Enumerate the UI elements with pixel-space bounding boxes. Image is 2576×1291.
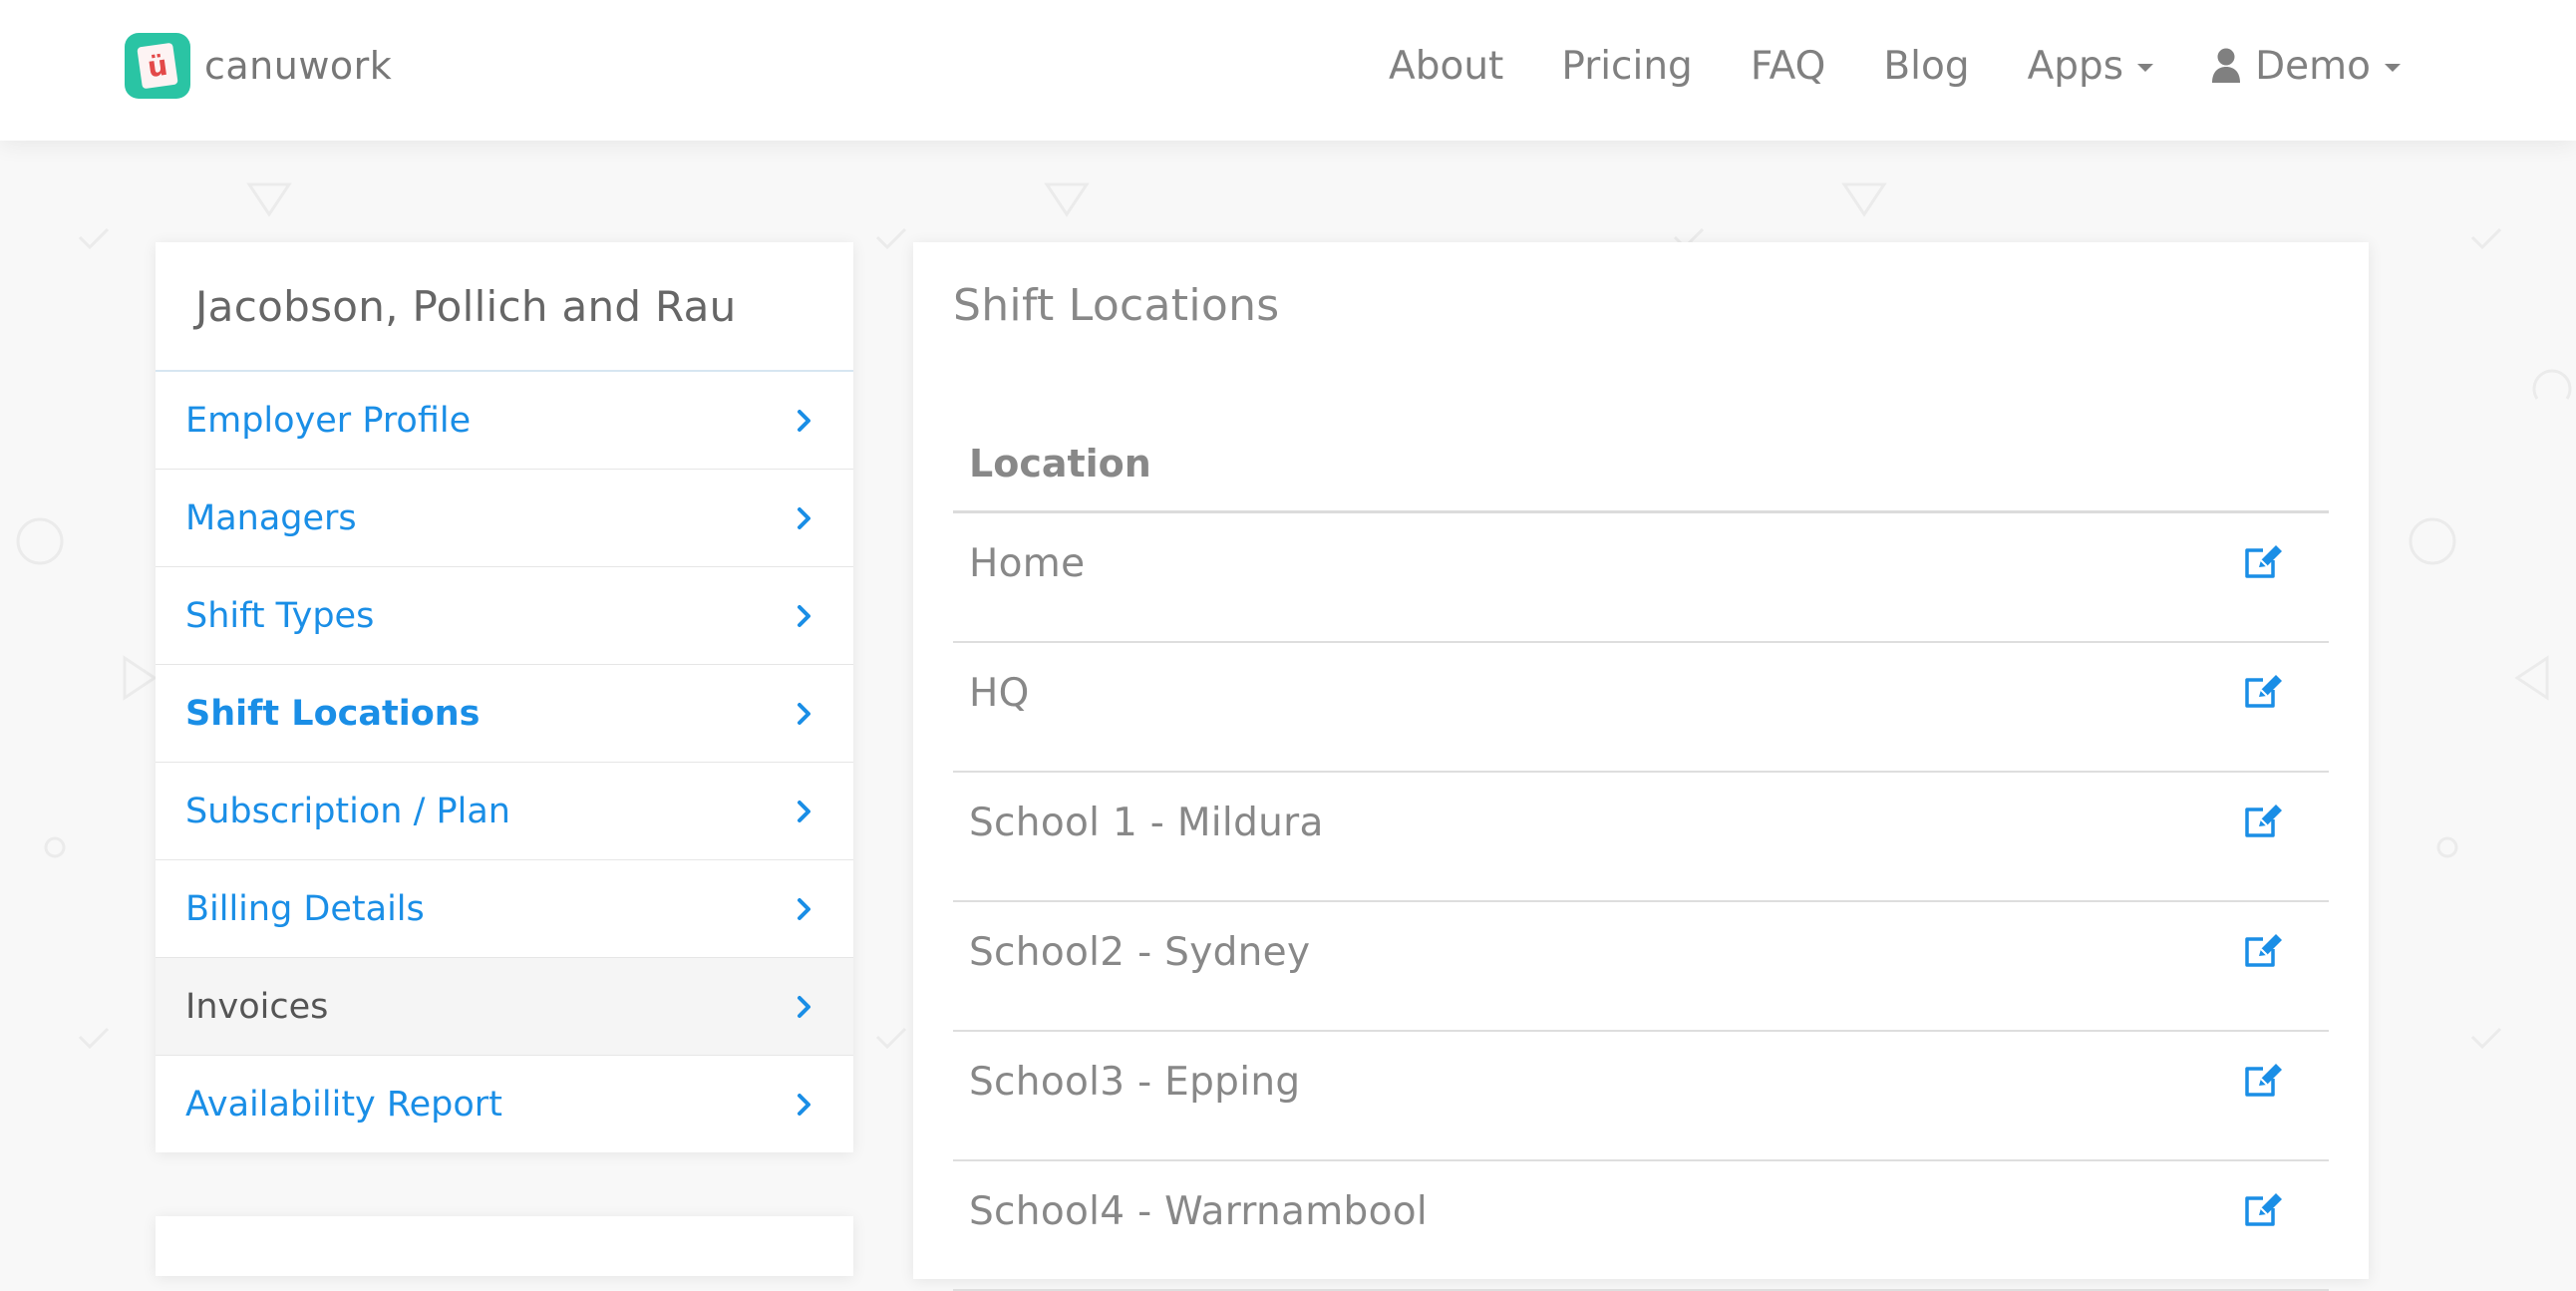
sidebar-header: Jacobson, Pollich and Rau — [156, 242, 853, 372]
sidebar-item-billing-details[interactable]: Billing Details — [156, 860, 853, 958]
shift-locations-panel: Shift Locations Location Home HQ School … — [913, 242, 2369, 1291]
brand-logo-icon: ü — [125, 33, 190, 99]
sidebar-item-shift-locations[interactable]: Shift Locations — [156, 665, 853, 763]
edit-icon[interactable] — [2243, 1191, 2285, 1229]
sidebar-item-label: Managers — [185, 497, 357, 538]
sidebar-item-label: Subscription / Plan — [185, 791, 510, 831]
nav-about-link[interactable]: About — [1389, 44, 1503, 89]
page-title: Shift Locations — [953, 280, 1280, 331]
sidebar-item-availability-report[interactable]: Availability Report — [156, 1056, 853, 1153]
sidebar-item-label: Availability Report — [185, 1085, 502, 1125]
location-name: School2 - Sydney — [969, 930, 1311, 975]
sidebar-item-employer-profile[interactable]: Employer Profile — [156, 372, 853, 470]
table-row: Home — [953, 513, 2329, 643]
location-name: School4 - Warrnambool — [969, 1189, 1429, 1234]
brand-logo-glyph: ü — [137, 42, 178, 90]
sidebar-item-label: Employer Profile — [185, 400, 472, 441]
sidebar-item-invoices[interactable]: Invoices — [156, 958, 853, 1056]
location-name: HQ — [969, 671, 1030, 716]
edit-icon[interactable] — [2243, 673, 2285, 711]
location-name: Home — [969, 541, 1086, 586]
table-row: School4 - Warrnambool — [953, 1161, 2329, 1291]
nav-pricing-link[interactable]: Pricing — [1561, 44, 1692, 89]
chevron-right-icon — [798, 1094, 810, 1116]
chevron-right-icon — [798, 409, 810, 432]
nav-apps-dropdown[interactable]: Apps — [2028, 44, 2154, 89]
chevron-right-icon — [798, 506, 810, 529]
chevron-right-icon — [798, 702, 810, 725]
user-icon — [2212, 48, 2241, 83]
secondary-sidebar-card — [156, 1216, 853, 1276]
settings-sidebar: Jacobson, Pollich and Rau Employer Profi… — [156, 242, 853, 1152]
brand-link[interactable]: ü canuwork — [125, 33, 392, 99]
locations-table: Location Home HQ School 1 - Mildura Scho… — [953, 417, 2329, 1291]
sidebar-item-subscription-plan[interactable]: Subscription / Plan — [156, 763, 853, 860]
nav-apps-label: Apps — [2027, 43, 2124, 89]
chevron-right-icon — [798, 604, 810, 627]
location-name: School3 - Epping — [969, 1060, 1301, 1105]
sidebar-item-label: Billing Details — [185, 888, 425, 929]
caret-down-icon — [2137, 64, 2154, 72]
brand-name: canuwork — [204, 44, 393, 88]
edit-icon[interactable] — [2243, 932, 2285, 970]
table-row: HQ — [953, 643, 2329, 773]
sidebar-item-label: Invoices — [185, 986, 329, 1027]
chevron-right-icon — [798, 800, 810, 822]
top-navbar: ü canuwork About Pricing FAQ Blog Apps D… — [0, 0, 2576, 141]
nav-blog-link[interactable]: Blog — [1883, 44, 1969, 89]
nav-user-dropdown[interactable]: Demo — [2211, 44, 2401, 89]
caret-down-icon — [2385, 64, 2401, 72]
location-name: School 1 - Mildura — [969, 801, 1324, 845]
nav-links: About Pricing FAQ Blog Apps Demo — [1389, 33, 2401, 99]
sidebar-item-managers[interactable]: Managers — [156, 470, 853, 567]
sidebar-item-shift-types[interactable]: Shift Types — [156, 567, 853, 665]
employer-name: Jacobson, Pollich and Rau — [195, 281, 737, 331]
nav-user-label: Demo — [2255, 43, 2371, 89]
chevron-right-icon — [798, 897, 810, 920]
table-row: School2 - Sydney — [953, 902, 2329, 1032]
sidebar-item-label: Shift Types — [185, 595, 375, 636]
table-row: School 1 - Mildura — [953, 773, 2329, 902]
edit-icon[interactable] — [2243, 1062, 2285, 1100]
table-header-location: Location — [953, 417, 2329, 513]
sidebar-item-label: Shift Locations — [185, 693, 481, 734]
table-row: School3 - Epping — [953, 1032, 2329, 1161]
edit-icon[interactable] — [2243, 543, 2285, 581]
chevron-right-icon — [798, 995, 810, 1018]
nav-faq-link[interactable]: FAQ — [1751, 44, 1826, 89]
edit-icon[interactable] — [2243, 803, 2285, 840]
